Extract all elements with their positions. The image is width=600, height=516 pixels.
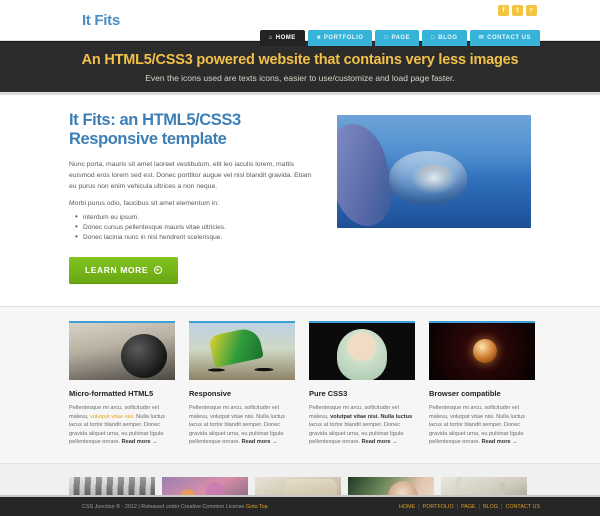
page-icon: □ <box>384 35 389 41</box>
social-icons: f t r <box>498 5 537 16</box>
feature-card-micro-formatted-html5: Micro-formatted HTML5 Pellentesque mi ar… <box>69 321 175 447</box>
footer-link-home[interactable]: HOME <box>399 504 415 510</box>
promo-banner: An HTML5/CSS3 powered website that conta… <box>0 41 600 95</box>
footer-links: HOME | PORTFOLIO | PAGE | BLOG | CONTACT… <box>399 504 540 510</box>
banner-headline: An HTML5/CSS3 powered website that conta… <box>81 51 519 68</box>
copyright-text: CSS Junction ® - 2012 | Released under C… <box>82 503 245 510</box>
page-root: It Fits f t r ⌂ HOME ■ PORTFOLIO □ PAGE … <box>0 0 600 516</box>
facebook-icon[interactable]: f <box>498 5 509 16</box>
hero-title: It Fits: an HTML5/CSS3 Responsive templa… <box>69 111 319 149</box>
feature-image-headphones[interactable] <box>69 321 175 380</box>
feature-title: Pure CSS3 <box>309 389 348 398</box>
feature-body: Pellentesque mi arcu, sollicitudin vel m… <box>69 404 175 447</box>
learn-more-label: LEARN MORE <box>85 265 149 275</box>
feature-body: Pellentesque mi arcu, sollicitudin vel m… <box>189 404 295 447</box>
read-more-link[interactable]: Read more → <box>482 439 518 445</box>
hero-subheading: Morbi purus odio, faucibus sit amet elem… <box>69 200 219 207</box>
main-navigation: ⌂ HOME ■ PORTFOLIO □ PAGE □ BLOG ✉ CONTA… <box>259 30 540 46</box>
nav-item-home[interactable]: ⌂ HOME <box>259 30 305 46</box>
nav-item-portfolio[interactable]: ■ PORTFOLIO <box>307 30 373 46</box>
feature-title: Responsive <box>189 389 232 398</box>
read-more-link[interactable]: Read more → <box>362 439 398 445</box>
feature-title: Micro-formatted HTML5 <box>69 389 154 398</box>
feature-body: Pellentesque mi arcu, sollicitudin vel m… <box>429 404 535 447</box>
page-footer: CSS Junction ® - 2012 | Released under C… <box>0 495 600 516</box>
feature-card-responsive: Responsive Pellentesque mi arcu, sollici… <box>189 321 295 447</box>
footer-separator: | <box>418 503 420 510</box>
footer-copyright: CSS Junction ® - 2012 | Released under C… <box>82 504 268 510</box>
feature-cards: Micro-formatted HTML5 Pellentesque mi ar… <box>69 321 535 447</box>
nav-label-home: HOME <box>275 35 296 41</box>
nav-item-blog[interactable]: □ BLOG <box>422 30 467 46</box>
feature-image-cyclist[interactable] <box>189 321 295 380</box>
list-item: interdum eu ipsum. <box>69 212 319 223</box>
hero-title-line1: It Fits: an HTML5/CSS3 <box>69 111 241 129</box>
hero-title-line2: Responsive template <box>69 130 227 148</box>
goto-top-link[interactable]: Goto Top <box>246 504 268 510</box>
read-more-link[interactable]: Read more → <box>122 439 158 445</box>
blog-icon: □ <box>431 35 436 41</box>
footer-link-contact-us[interactable]: CONTACT US <box>505 504 540 510</box>
hero-bullet-list: interdum eu ipsum. Donec cursus pellente… <box>69 212 319 243</box>
list-item: Donec lacinia nunc in nisl hendrerit sce… <box>69 232 319 243</box>
feature-image-girl-costume[interactable] <box>309 321 415 380</box>
feature-image-glowing-sphere[interactable] <box>429 321 535 380</box>
nav-item-page[interactable]: □ PAGE <box>375 30 420 46</box>
footer-separator: | <box>478 503 481 510</box>
nav-item-contact-us[interactable]: ✉ CONTACT US <box>469 30 540 46</box>
footer-link-portfolio[interactable]: PORTFOLIO <box>423 504 454 510</box>
twitter-icon[interactable]: t <box>512 5 523 16</box>
site-logo[interactable]: It Fits <box>82 12 120 29</box>
hero-paragraph: Nunc porta, mauris sit amet laoreet vest… <box>69 161 312 190</box>
nav-label-page: PAGE <box>391 35 411 41</box>
feature-title: Browser compatible <box>429 389 501 398</box>
footer-link-page[interactable]: PAGE <box>461 504 476 510</box>
features-section: Micro-formatted HTML5 Pellentesque mi ar… <box>0 307 600 464</box>
hero-image <box>337 115 531 228</box>
hero-section: It Fits: an HTML5/CSS3 Responsive templa… <box>0 95 600 307</box>
feature-card-browser-compatible: Browser compatible Pellentesque mi arcu,… <box>429 321 535 447</box>
nav-label-portfolio: PORTFOLIO <box>323 35 364 41</box>
list-item: Donec cursus pellentesque mauris vitae u… <box>69 222 319 233</box>
mail-icon: ✉ <box>478 35 485 41</box>
nav-label-blog: BLOG <box>438 35 458 41</box>
arrow-right-icon: ▸ <box>154 266 163 274</box>
briefcase-icon: ■ <box>316 35 321 41</box>
learn-more-button[interactable]: LEARN MORE ▸ <box>69 257 179 284</box>
feature-highlight: volutpat vitae nisi. <box>90 413 135 420</box>
nav-label-contact-us: CONTACT US <box>487 35 531 41</box>
feature-card-pure-css3: Pure CSS3 Pellentesque mi arcu, sollicit… <box>309 321 415 447</box>
feature-highlight: volutpat vitae nisi. Nulla luctus <box>330 413 413 420</box>
footer-separator: | <box>501 503 503 510</box>
banner-subline: Even the icons used are texts icons, eas… <box>145 72 455 83</box>
footer-link-blog[interactable]: BLOG <box>483 504 498 510</box>
footer-separator: | <box>456 503 459 510</box>
rss-icon[interactable]: r <box>526 5 537 16</box>
hero-text-column: It Fits: an HTML5/CSS3 Responsive templa… <box>69 111 319 284</box>
home-icon: ⌂ <box>268 35 273 41</box>
read-more-link[interactable]: Read more → <box>242 439 278 445</box>
feature-body: Pellentesque mi arcu, sollicitudin vel m… <box>309 404 415 447</box>
